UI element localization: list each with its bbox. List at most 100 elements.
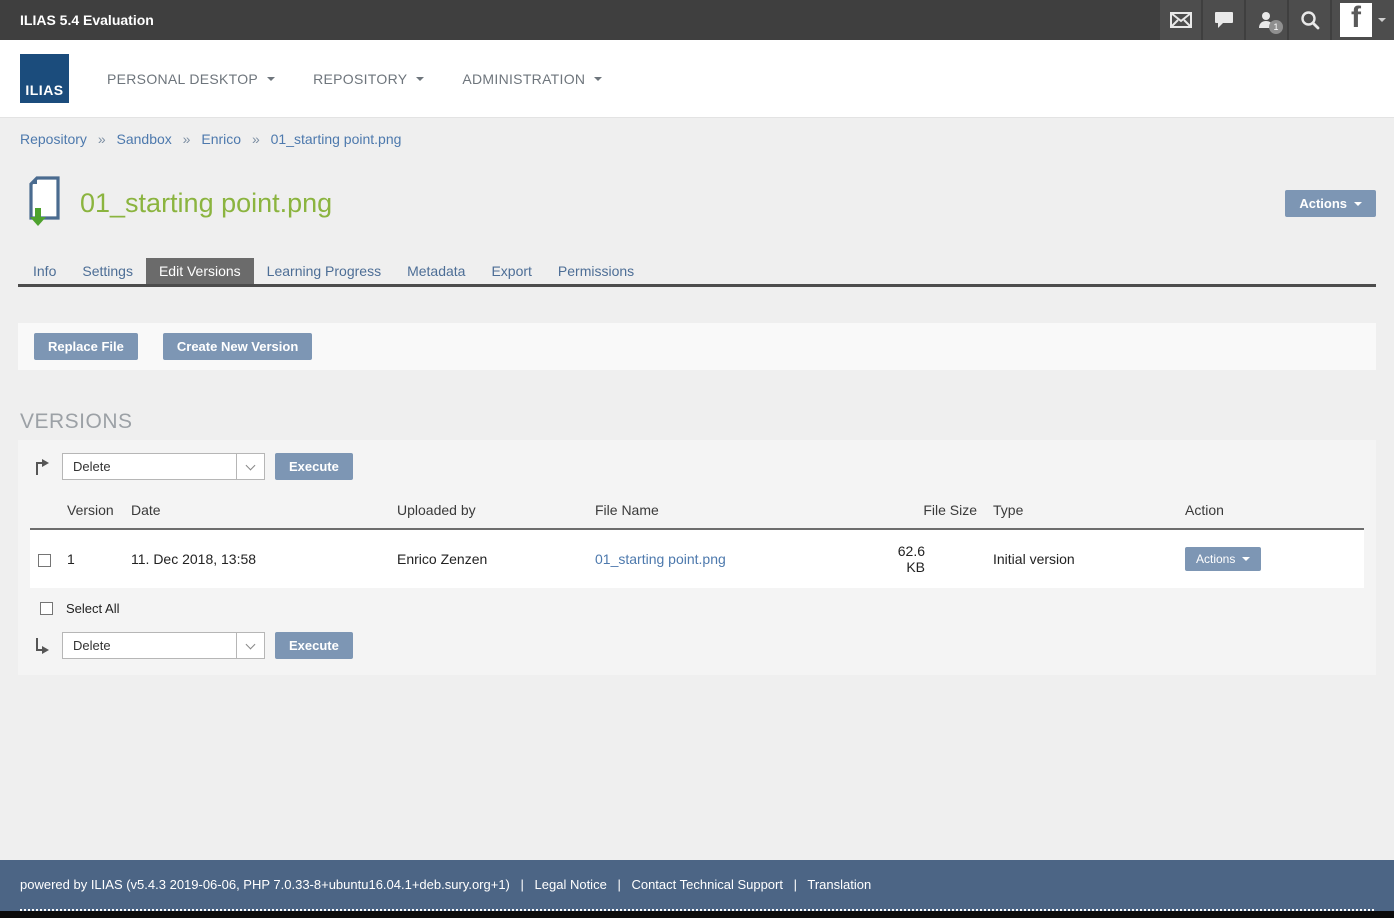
- bulk-action-selected: Delete: [63, 638, 111, 653]
- mail-button[interactable]: [1160, 0, 1201, 40]
- column-header-action: Action: [1177, 492, 1364, 529]
- nav-administration[interactable]: ADMINISTRATION: [462, 71, 602, 87]
- app-title: ILIAS 5.4 Evaluation: [0, 0, 154, 40]
- avatar: f: [1340, 3, 1372, 37]
- chevron-down-icon: [416, 77, 424, 81]
- bulk-action-selected: Delete: [63, 459, 111, 474]
- tab-edit-versions[interactable]: Edit Versions: [146, 258, 254, 284]
- search-icon: [1300, 10, 1320, 30]
- cell-file-size: 62.6 KB: [875, 529, 985, 588]
- notification-badge: 1: [1269, 20, 1283, 34]
- chevron-down-icon: [1378, 18, 1386, 22]
- table-row: 1 11. Dec 2018, 13:58 Enrico Zenzen 01_s…: [30, 529, 1364, 588]
- bottom-strip: [0, 911, 1394, 918]
- file-object-icon: [24, 175, 64, 232]
- breadcrumb: Repository » Sandbox » Enrico » 01_start…: [0, 118, 1394, 149]
- footer-separator: |: [617, 877, 620, 892]
- column-header-file-size: File Size: [875, 492, 985, 529]
- search-button[interactable]: [1289, 0, 1330, 40]
- tab-export[interactable]: Export: [478, 258, 544, 284]
- apply-to-selection-up-icon: [32, 458, 52, 476]
- mail-icon: [1170, 12, 1192, 28]
- content-area: Repository » Sandbox » Enrico » 01_start…: [0, 118, 1394, 860]
- breadcrumb-separator: »: [98, 131, 106, 147]
- execute-label: Execute: [289, 638, 339, 653]
- row-actions-button[interactable]: Actions: [1185, 547, 1261, 571]
- bulk-action-row-bottom: Delete Execute: [30, 622, 1364, 661]
- breadcrumb-separator: »: [252, 131, 260, 147]
- legal-notice-link[interactable]: Legal Notice: [535, 877, 607, 892]
- versions-table: Version Date Uploaded by File Name File …: [30, 492, 1364, 588]
- file-name-link[interactable]: 01_starting point.png: [595, 551, 726, 567]
- column-header-file-name: File Name: [587, 492, 875, 529]
- footer-separator: |: [794, 877, 797, 892]
- execute-button-bottom[interactable]: Execute: [275, 632, 353, 659]
- tab-permissions[interactable]: Permissions: [545, 258, 647, 284]
- page-title: 01_starting point.png: [80, 188, 332, 219]
- breadcrumb-link-enrico[interactable]: Enrico: [201, 131, 241, 147]
- page-actions-button[interactable]: Actions: [1285, 190, 1376, 217]
- tab-info[interactable]: Info: [20, 258, 69, 284]
- column-header-uploaded-by: Uploaded by: [389, 492, 587, 529]
- contact-support-link[interactable]: Contact Technical Support: [631, 877, 783, 892]
- replace-file-button[interactable]: Replace File: [34, 333, 138, 360]
- top-bar: ILIAS 5.4 Evaluation 1 f: [0, 0, 1394, 40]
- user-menu-button[interactable]: f: [1332, 0, 1394, 40]
- breadcrumb-link-repository[interactable]: Repository: [20, 131, 87, 147]
- cell-date: 11. Dec 2018, 13:58: [123, 529, 389, 588]
- chevron-down-icon: [594, 77, 602, 81]
- page-header: 01_starting point.png Actions: [0, 149, 1394, 246]
- footer-separator: |: [521, 877, 524, 892]
- table-header-row: Version Date Uploaded by File Name File …: [30, 492, 1364, 529]
- tab-learning-progress[interactable]: Learning Progress: [254, 258, 394, 284]
- ilias-logo[interactable]: ILIAS: [20, 54, 69, 103]
- apply-to-selection-down-icon: [32, 637, 52, 655]
- translation-link[interactable]: Translation: [807, 877, 871, 892]
- top-bar-actions: 1 f: [1158, 0, 1394, 40]
- page-footer: powered by ILIAS (v5.4.3 2019-06-06, PHP…: [0, 860, 1394, 911]
- chat-icon: [1214, 11, 1234, 29]
- select-arrow: [236, 633, 264, 658]
- chevron-down-icon: [1354, 202, 1362, 206]
- chevron-down-icon: [246, 460, 256, 470]
- actions-label: Actions: [1299, 196, 1347, 211]
- execute-label: Execute: [289, 459, 339, 474]
- bulk-action-row-top: Delete Execute: [30, 448, 1364, 488]
- create-new-version-button[interactable]: Create New Version: [163, 333, 312, 360]
- version-toolbar: Replace File Create New Version: [18, 323, 1376, 370]
- nav-label: REPOSITORY: [313, 71, 407, 87]
- bulk-action-select[interactable]: Delete: [62, 453, 265, 480]
- breadcrumb-link-current-file[interactable]: 01_starting point.png: [271, 131, 402, 147]
- breadcrumb-link-sandbox[interactable]: Sandbox: [117, 131, 172, 147]
- main-navbar: ILIAS PERSONAL DESKTOP REPOSITORY ADMINI…: [0, 40, 1394, 118]
- chevron-down-icon: [246, 639, 256, 649]
- cell-version: 1: [59, 529, 123, 588]
- nav-repository[interactable]: REPOSITORY: [313, 71, 424, 87]
- row-actions-label: Actions: [1196, 552, 1235, 566]
- tab-metadata[interactable]: Metadata: [394, 258, 478, 284]
- select-all-label: Select All: [66, 601, 119, 616]
- chevron-down-icon: [267, 77, 275, 81]
- tab-settings[interactable]: Settings: [69, 258, 146, 284]
- versions-heading: VERSIONS: [20, 410, 1394, 434]
- select-all-row: Select All: [30, 588, 1364, 622]
- footer-text: powered by ILIAS (v5.4.3 2019-06-06, PHP…: [20, 877, 1374, 892]
- cell-uploaded-by: Enrico Zenzen: [389, 529, 587, 588]
- execute-button-top[interactable]: Execute: [275, 453, 353, 480]
- column-header-type: Type: [985, 492, 1177, 529]
- select-all-checkbox[interactable]: [40, 602, 53, 615]
- tab-bar: Info Settings Edit Versions Learning Pro…: [18, 258, 1376, 287]
- column-header-date: Date: [123, 492, 389, 529]
- user-button[interactable]: 1: [1246, 0, 1287, 40]
- breadcrumb-separator: »: [183, 131, 191, 147]
- nav-personal-desktop[interactable]: PERSONAL DESKTOP: [107, 71, 275, 87]
- versions-table-container: Delete Execute Version Date Uploaded by …: [18, 440, 1376, 675]
- chevron-down-icon: [1242, 557, 1250, 561]
- chat-button[interactable]: [1203, 0, 1244, 40]
- bulk-action-select-bottom[interactable]: Delete: [62, 632, 265, 659]
- column-header-version: Version: [59, 492, 123, 529]
- cell-type: Initial version: [985, 529, 1177, 588]
- powered-by-text: powered by ILIAS (v5.4.3 2019-06-06, PHP…: [20, 877, 510, 892]
- row-checkbox[interactable]: [38, 554, 51, 567]
- select-arrow: [236, 454, 264, 479]
